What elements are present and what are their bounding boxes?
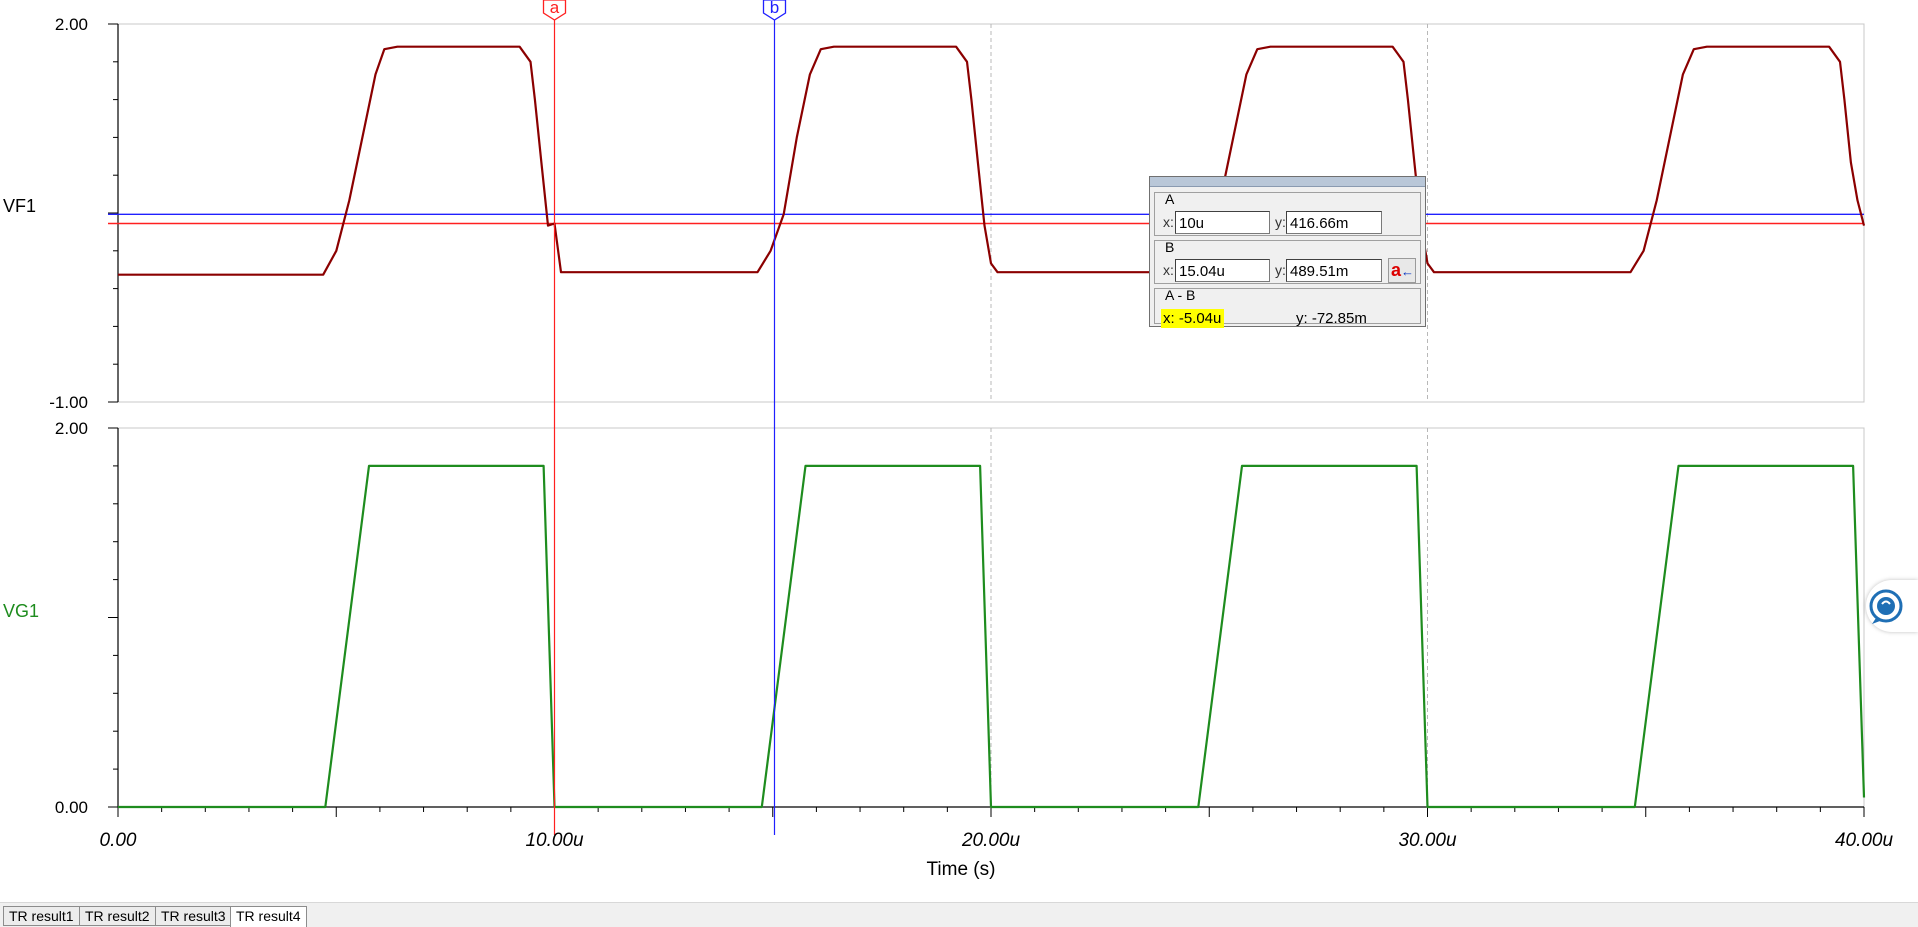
cursor-b-group-label: B — [1165, 239, 1175, 255]
swap-cursor-label: a — [1391, 260, 1402, 280]
y-tick-label-vg1-top: 2.00 — [55, 419, 88, 438]
cursor-b-x-field[interactable]: 15.04u — [1175, 259, 1270, 282]
y-tick-label-vf1-top: 2.00 — [55, 15, 88, 34]
result-tab-bar: TR result1 TR result2 TR result3 TR resu… — [0, 902, 1918, 927]
cursor-readout-panel[interactable]: A x: 10u y: 416.66m B x: 15.04u y: 489.5… — [1149, 176, 1426, 328]
y-tick-label-vg1-bottom: 0.00 — [55, 798, 88, 817]
series-vg1-0[interactable] — [118, 464, 1866, 809]
cursor-b-group: B x: 15.04u y: 489.51m a← — [1154, 239, 1421, 284]
y-tick-label-vf1-bottom: -1.00 — [49, 393, 88, 412]
cursor-b-y-letter: y: — [1275, 262, 1286, 278]
panel-titlebar[interactable] — [1150, 177, 1425, 187]
cursor-diff-x: x: -5.04u — [1161, 309, 1225, 328]
tab-tr-result1[interactable]: TR result1 — [3, 906, 80, 926]
swap-cursor-button[interactable]: a← — [1388, 258, 1416, 283]
tab-tr-result4[interactable]: TR result4 — [230, 906, 307, 927]
cursor-a-x-letter: x: — [1163, 214, 1174, 230]
trace-label-vf1: VF1 — [3, 196, 36, 216]
tab-tr-result2[interactable]: TR result2 — [79, 906, 156, 926]
cursor-a-group: A x: 10u y: 416.66m — [1154, 191, 1421, 236]
cursor-a-label: a — [550, 0, 560, 17]
tab-tr-result3[interactable]: TR result3 — [155, 906, 232, 926]
arrow-left-icon: ← — [1401, 264, 1415, 279]
x-tick-label-4: 40.00u — [1835, 830, 1894, 851]
cursor-b-y-field[interactable]: 489.51m — [1286, 259, 1382, 282]
cursor-b-x-letter: x: — [1163, 262, 1174, 278]
x-tick-label-3: 30.00u — [1398, 830, 1457, 851]
x-tick-label-0: 0.00 — [100, 830, 137, 851]
cursor-a-y-field[interactable]: 416.66m — [1286, 211, 1382, 234]
cursor-b-label: b — [770, 0, 779, 17]
cursor-a-group-label: A — [1165, 191, 1175, 207]
cursor-a-x-field[interactable]: 10u — [1175, 211, 1270, 234]
trace-label-vg1: VG1 — [3, 601, 39, 621]
x-axis-label: Time (s) — [927, 859, 996, 880]
cursor-diff-y: y: -72.85m — [1296, 310, 1367, 327]
cursor-diff-group: A - B x: -5.04u y: -72.85m — [1154, 287, 1421, 328]
assistant-side-button[interactable] — [1866, 580, 1918, 632]
cursor-a-y-letter: y: — [1275, 214, 1286, 230]
x-tick-label-2: 20.00u — [961, 830, 1021, 851]
oscilloscope-plot[interactable]: a b 2.00 -1.00 VF1 2.00 0.00 VG1 0.00 10.00u 20.0… — [0, 0, 1918, 902]
chat-assistant-icon — [1869, 589, 1903, 624]
x-tick-label-1: 10.00u — [525, 830, 584, 851]
cursor-diff-group-label: A - B — [1165, 287, 1196, 303]
